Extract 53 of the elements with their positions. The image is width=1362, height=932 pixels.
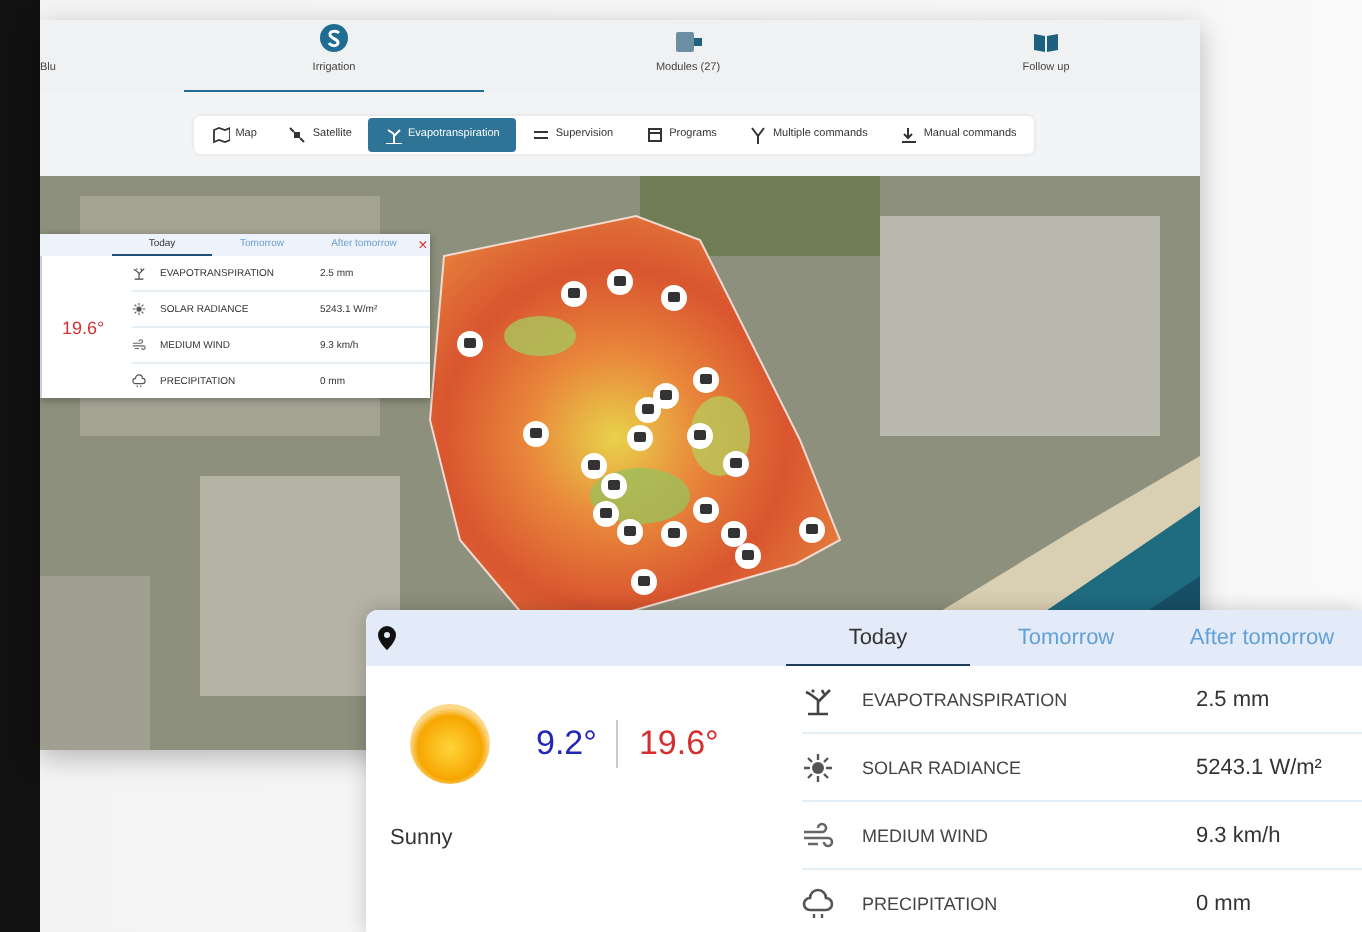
metric-value: 0 mm	[1196, 891, 1253, 915]
close-button[interactable]: ×	[416, 234, 430, 256]
metric-label: SOLAR RADIANCE	[862, 757, 1024, 777]
sun-icon	[132, 302, 146, 316]
marker-icon[interactable]	[687, 423, 713, 449]
calendar-icon	[645, 125, 664, 143]
max-temperature: 19.6°	[62, 317, 105, 337]
day-tab[interactable]: Today	[786, 610, 970, 666]
max-temperature: 19.6°	[636, 724, 719, 764]
marker-icon[interactable]	[631, 569, 657, 595]
sun-icon	[408, 702, 492, 786]
marker-icon[interactable]	[799, 517, 825, 543]
metric-value: 2.5 mm	[1196, 687, 1272, 711]
metric-label: EVAPOTRANSPIRATION	[862, 689, 1070, 709]
satellite-icon	[288, 125, 307, 143]
metric-value: 9.3 km/h	[1196, 823, 1283, 847]
cloud-icon	[802, 887, 834, 919]
marker-icon[interactable]	[693, 367, 719, 393]
plant-icon	[802, 683, 834, 715]
logo-icon	[320, 24, 348, 52]
wind-icon	[132, 338, 146, 352]
metric-label: MEDIUM WIND	[862, 825, 990, 845]
marker-icon[interactable]	[561, 281, 587, 307]
marker-icon[interactable]	[607, 269, 633, 295]
weather-condition: Sunny	[390, 826, 455, 850]
marker-icon[interactable]	[617, 519, 643, 545]
cloud-icon	[132, 374, 146, 388]
plant-icon	[383, 125, 402, 143]
marker-icon[interactable]	[593, 501, 619, 527]
marker-icon[interactable]	[721, 521, 747, 547]
plant-icon	[132, 266, 146, 280]
wind-icon	[802, 819, 834, 851]
marker-icon[interactable]	[523, 421, 549, 447]
marker-icon[interactable]	[693, 497, 719, 523]
map-icon	[211, 125, 230, 143]
marker-icon[interactable]	[735, 543, 761, 569]
marker-icon[interactable]	[635, 397, 661, 423]
marker-icon[interactable]	[601, 473, 627, 499]
metric-label: PRECIPITATION	[862, 893, 1000, 913]
branch-icon	[748, 125, 767, 143]
sun-icon	[802, 751, 834, 783]
marker-icon[interactable]	[723, 451, 749, 477]
min-temperature: 9.2°	[536, 720, 619, 768]
list-icon	[531, 125, 550, 143]
marker-icon[interactable]	[661, 521, 687, 547]
location-pin-icon	[378, 626, 396, 650]
marker-icon[interactable]	[661, 285, 687, 311]
marker-icon[interactable]	[627, 425, 653, 451]
marker-icon[interactable]	[581, 453, 607, 479]
metric-value: 5243.1 W/m²	[1196, 755, 1324, 779]
device-icon	[675, 32, 701, 52]
marker-icon[interactable]	[457, 331, 483, 357]
book-icon	[1034, 32, 1058, 52]
